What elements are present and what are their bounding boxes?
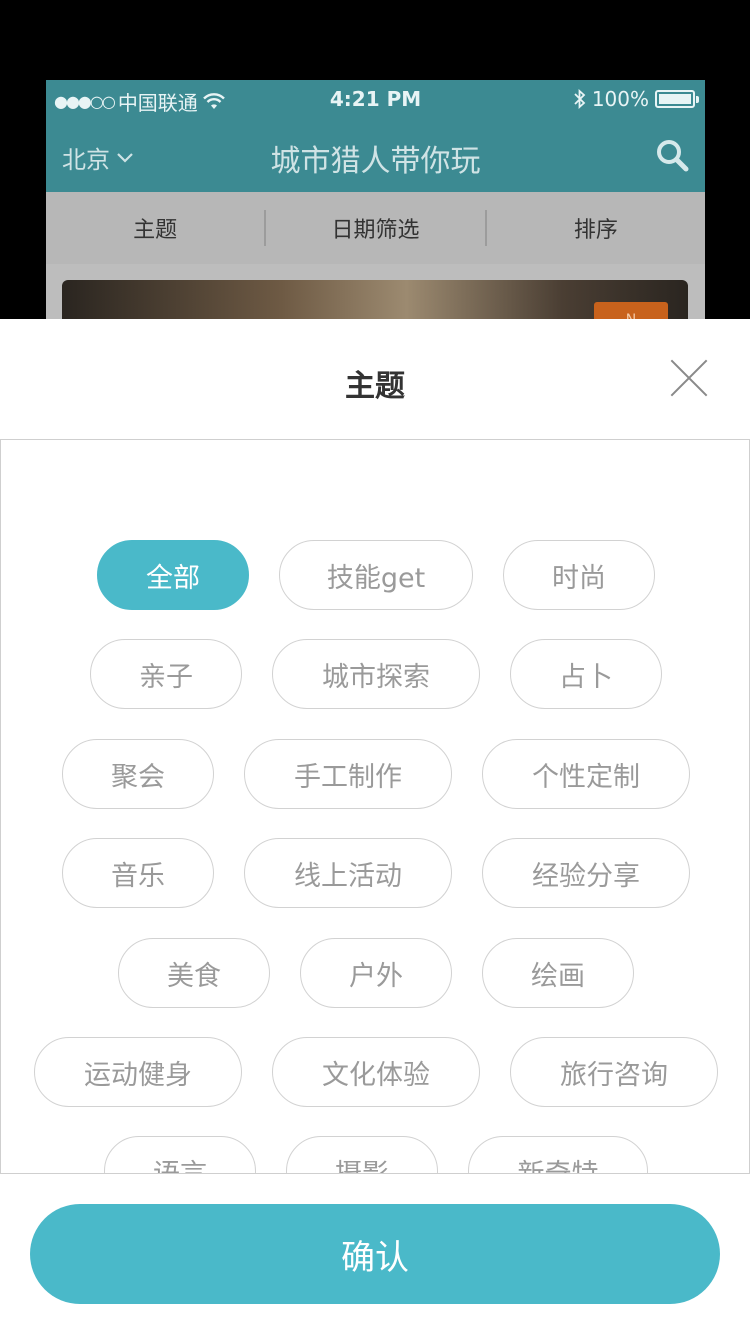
theme-sheet: 主题 全部 技能get 时尚 亲子 城市探索 占卜 聚会 手工制作 个性定制 音… [0,319,750,1334]
tag-city-explore[interactable]: 城市探索 [272,639,480,709]
tag-novelty[interactable]: 新奇特 [468,1136,648,1173]
tag-parenting[interactable]: 亲子 [90,639,242,709]
battery-icon [655,90,699,108]
tag-language[interactable]: 语言 [104,1136,256,1173]
tag-online[interactable]: 线上活动 [244,838,452,908]
filter-theme[interactable]: 主题 [46,212,264,244]
battery-percent: 100% [591,87,649,111]
battery-info: 100% [574,87,699,111]
page-title: 城市猎人带你玩 [270,144,481,179]
tag-painting[interactable]: 绘画 [482,938,634,1008]
filter-bar: 主题 日期筛选 排序 [46,192,705,264]
status-bar: ●●●○○ 中国联通 4:21 PM 100% [46,80,705,118]
tag-photography[interactable]: 摄影 [286,1136,438,1173]
tag-list: 全部 技能get 时尚 亲子 城市探索 占卜 聚会 手工制作 个性定制 音乐 线… [0,439,750,1174]
close-icon[interactable] [670,359,708,397]
tag-party[interactable]: 聚会 [62,739,214,809]
sheet-title: 主题 [345,369,405,404]
search-icon[interactable] [655,138,689,172]
card-badge: N [594,302,668,319]
tag-outdoor[interactable]: 户外 [300,938,452,1008]
nav-bar: 北京 城市猎人带你玩 [46,118,705,192]
filter-sort[interactable]: 排序 [487,212,705,244]
tag-all[interactable]: 全部 [97,540,249,610]
filter-date[interactable]: 日期筛选 [266,212,484,244]
activity-card-image: N [62,280,688,319]
confirm-button[interactable]: 确认 [30,1204,720,1304]
tag-custom[interactable]: 个性定制 [482,739,690,809]
tag-fashion[interactable]: 时尚 [503,540,655,610]
bluetooth-icon [574,89,586,109]
tag-sports[interactable]: 运动健身 [34,1037,242,1107]
tag-experience-share[interactable]: 经验分享 [482,838,690,908]
tag-divination[interactable]: 占卜 [510,639,662,709]
tag-culture[interactable]: 文化体验 [272,1037,480,1107]
background-screen: ●●●○○ 中国联通 4:21 PM 100% 北京 城市猎人带你玩 主题 日期… [46,80,705,319]
tag-skill[interactable]: 技能get [279,540,473,610]
tag-handcraft[interactable]: 手工制作 [244,739,452,809]
tag-food[interactable]: 美食 [118,938,270,1008]
tag-travel[interactable]: 旅行咨询 [510,1037,718,1107]
tag-music[interactable]: 音乐 [62,838,214,908]
